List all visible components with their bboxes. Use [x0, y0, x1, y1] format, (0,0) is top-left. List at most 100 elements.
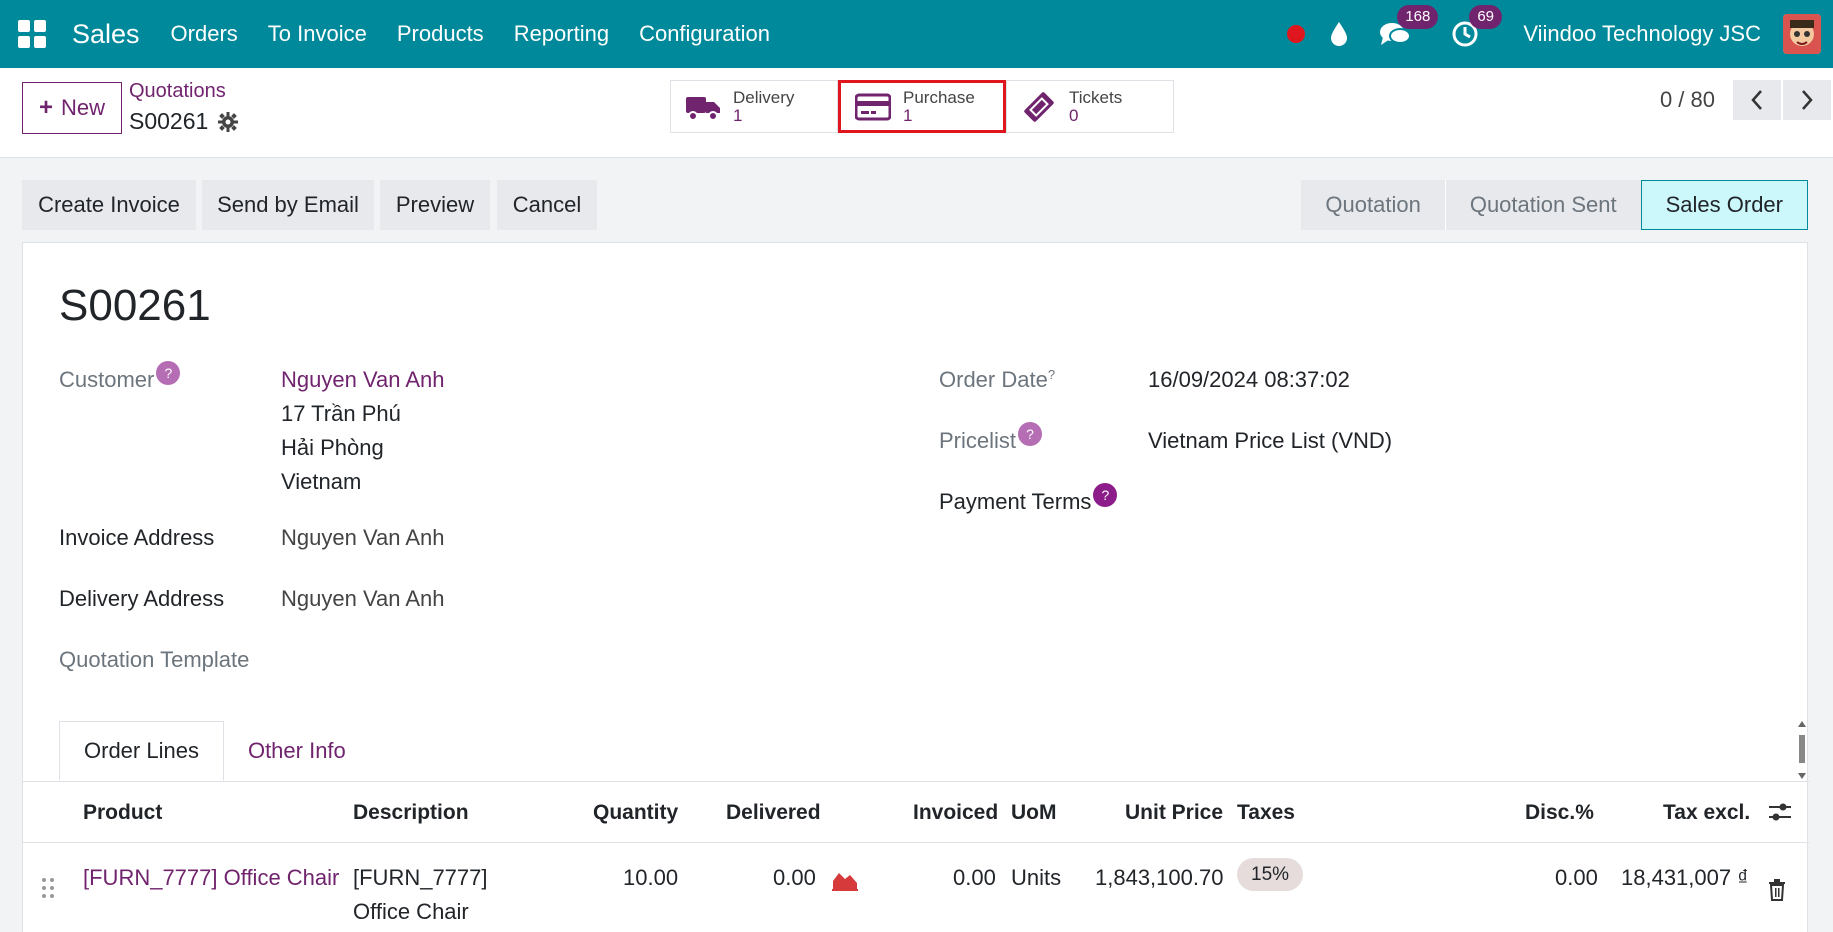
- help-icon[interactable]: ?: [156, 361, 181, 385]
- customer-address-line: 17 Trần Phú: [281, 401, 401, 426]
- row-invoiced[interactable]: 0.00: [953, 865, 996, 891]
- optional-columns-icon[interactable]: [1768, 801, 1792, 823]
- purchase-count: 1: [903, 105, 913, 125]
- payment-terms-label: Payment Terms?: [939, 483, 1118, 515]
- app-name[interactable]: Sales: [72, 19, 140, 50]
- create-invoice-button[interactable]: Create Invoice: [22, 180, 196, 230]
- top-navbar: Sales Orders To Invoice Products Reporti…: [0, 0, 1833, 68]
- menu-orders[interactable]: Orders: [156, 21, 253, 47]
- stage-sales-order[interactable]: Sales Order: [1640, 180, 1808, 230]
- ticket-icon: [1024, 91, 1054, 122]
- activities-button[interactable]: 69: [1451, 5, 1502, 49]
- chevron-left-icon: [1751, 90, 1762, 110]
- column-taxes[interactable]: Taxes: [1237, 801, 1295, 825]
- tax-badge: 15%: [1237, 858, 1304, 891]
- messages-badge: 168: [1397, 5, 1439, 29]
- company-switcher[interactable]: Viindoo Technology JSC: [1523, 21, 1761, 47]
- cancel-button[interactable]: Cancel: [497, 180, 597, 230]
- pricelist-field[interactable]: Vietnam Price List (VND): [1148, 428, 1392, 454]
- invoice-address-label: Invoice Address: [59, 525, 215, 550]
- menu-reporting[interactable]: Reporting: [499, 21, 624, 47]
- customer-field[interactable]: Nguyen Van Anh: [281, 367, 445, 393]
- truck-icon: [686, 96, 720, 121]
- row-discount[interactable]: 0.00: [1555, 865, 1598, 891]
- customer-address-line: Hải Phòng: [281, 435, 384, 460]
- customer-address-line: Vietnam: [281, 469, 362, 494]
- send-by-email-button[interactable]: Send by Email: [202, 180, 374, 230]
- breadcrumb-record: S00261: [129, 108, 239, 135]
- trash-icon[interactable]: [1768, 879, 1786, 901]
- row-description[interactable]: [FURN_7777]: [353, 865, 488, 891]
- forecast-chart-icon[interactable]: [831, 869, 859, 891]
- customer-label: Customer?: [59, 361, 181, 393]
- column-uom[interactable]: UoM: [1011, 801, 1057, 825]
- breadcrumb-quotations[interactable]: Quotations: [129, 80, 226, 103]
- tab-other-info[interactable]: Other Info: [224, 721, 370, 781]
- order-date-field[interactable]: 16/09/2024 08:37:02: [1148, 367, 1350, 393]
- delivery-count: 1: [733, 105, 743, 125]
- column-delivered[interactable]: Delivered: [726, 801, 821, 825]
- pager-next-button[interactable]: [1783, 80, 1831, 120]
- apps-menu-icon[interactable]: [18, 20, 46, 48]
- row-description-line2[interactable]: Office Chair: [353, 899, 469, 925]
- column-product[interactable]: Product: [83, 801, 162, 825]
- row-subtotal: 18,431,007 ₫: [1621, 865, 1749, 890]
- payment-terms-field[interactable]: [1148, 489, 1648, 519]
- purchase-label: Purchase: [903, 87, 975, 107]
- scrollbar[interactable]: [1797, 721, 1807, 779]
- new-button[interactable]: + New: [22, 82, 122, 134]
- tab-order-lines[interactable]: Order Lines: [59, 721, 224, 781]
- tabs-divider: [23, 781, 1809, 782]
- table-row[interactable]: [FURN_7777] Office Chair [FURN_7777] Off…: [23, 843, 1809, 932]
- menu-to-invoice[interactable]: To Invoice: [253, 21, 382, 47]
- column-discount[interactable]: Disc.%: [1525, 801, 1594, 825]
- column-tax-excluded[interactable]: Tax excl.: [1663, 801, 1750, 825]
- quotation-template-field[interactable]: [281, 647, 681, 677]
- help-icon[interactable]: ?: [1018, 422, 1043, 446]
- order-date-label: Order Date?: [939, 367, 1056, 392]
- preview-button[interactable]: Preview: [380, 180, 490, 230]
- stage-quotation-sent[interactable]: Quotation Sent: [1444, 180, 1641, 230]
- form-sheet: S00261 Customer? Nguyen Van Anh 17 Trần …: [22, 242, 1809, 932]
- column-unit-price[interactable]: Unit Price: [1125, 801, 1223, 825]
- row-uom[interactable]: Units: [1011, 865, 1061, 891]
- activities-badge: 69: [1469, 5, 1502, 29]
- recording-icon[interactable]: [1287, 25, 1306, 43]
- column-description[interactable]: Description: [353, 801, 469, 825]
- pager-previous-button[interactable]: [1733, 80, 1781, 120]
- main-menu: Orders To Invoice Products Reporting Con…: [156, 21, 785, 47]
- plus-icon: +: [38, 94, 53, 121]
- invoice-address-field[interactable]: Nguyen Van Anh: [281, 525, 445, 551]
- messages-button[interactable]: 168: [1379, 5, 1439, 49]
- gear-icon[interactable]: [218, 111, 239, 132]
- column-quantity[interactable]: Quantity: [593, 801, 678, 825]
- delivery-address-field[interactable]: Nguyen Van Anh: [281, 586, 445, 612]
- pricelist-label: Pricelist?: [939, 422, 1043, 454]
- tickets-count: 0: [1069, 105, 1079, 125]
- menu-configuration[interactable]: Configuration: [624, 21, 785, 47]
- control-panel: + New Quotations S00261 Delivery 1 Purcha…: [0, 68, 1833, 158]
- drag-handle-icon[interactable]: [41, 877, 55, 899]
- user-avatar[interactable]: [1783, 14, 1821, 54]
- row-unit-price[interactable]: 1,843,100.70: [1095, 865, 1223, 891]
- pager-value[interactable]: 0 / 80: [1660, 87, 1715, 113]
- column-invoiced[interactable]: Invoiced: [913, 801, 998, 825]
- help-icon[interactable]: ?: [1093, 483, 1118, 507]
- order-lines-header: Product Description Quantity Delivered I…: [23, 783, 1809, 843]
- notebook-tabs: Order Lines Other Info: [59, 721, 370, 781]
- delivery-address-label: Delivery Address: [59, 586, 225, 611]
- stage-quotation[interactable]: Quotation: [1301, 180, 1445, 230]
- row-product[interactable]: [FURN_7777] Office Chair: [83, 865, 339, 891]
- record-name: S00261: [129, 108, 209, 134]
- delivery-smart-button[interactable]: Delivery 1: [670, 80, 838, 133]
- row-quantity[interactable]: 10.00: [623, 865, 678, 891]
- debug-drop-icon[interactable]: [1329, 21, 1349, 47]
- purchase-smart-button[interactable]: Purchase 1: [838, 80, 1006, 133]
- chevron-right-icon: [1802, 90, 1813, 110]
- credit-card-icon: [855, 93, 891, 120]
- new-button-label: New: [61, 95, 106, 120]
- menu-products[interactable]: Products: [382, 21, 499, 47]
- row-delivered[interactable]: 0.00: [773, 865, 816, 891]
- row-taxes[interactable]: 15%: [1237, 858, 1304, 891]
- tickets-smart-button[interactable]: Tickets 0: [1006, 80, 1174, 133]
